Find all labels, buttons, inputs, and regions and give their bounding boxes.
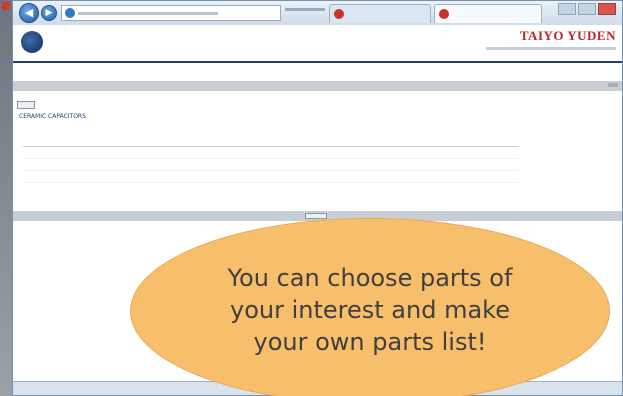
minimize-icon[interactable]: [558, 3, 576, 15]
table-header: [23, 129, 519, 147]
tab-favicon-icon: [439, 9, 449, 19]
table-row[interactable]: [23, 159, 519, 171]
site-header: TAIYO YUDEN: [13, 25, 622, 63]
brand-logo[interactable]: TAIYO YUDEN: [520, 28, 616, 44]
results-table: [23, 129, 519, 183]
forward-arrow-icon[interactable]: ▶: [41, 5, 57, 21]
callout-line: You can choose parts of: [227, 264, 513, 292]
address-bar[interactable]: [61, 5, 281, 21]
back-arrow-icon[interactable]: ◀: [19, 3, 39, 23]
desktop-edge: [0, 0, 12, 396]
callout-line: your interest and make: [230, 296, 510, 324]
site-logo-icon[interactable]: [21, 31, 43, 53]
close-icon[interactable]: [598, 3, 616, 15]
callout-text: You can choose parts of your interest an…: [130, 262, 610, 358]
taskbar-app-icon[interactable]: [2, 2, 10, 10]
small-action-button[interactable]: [17, 101, 35, 109]
results-title: CERAMIC CAPACITORS: [19, 113, 86, 120]
table-footer-button[interactable]: [305, 213, 327, 219]
address-url-text: [78, 12, 218, 15]
browser-logo-icon: [65, 8, 75, 18]
table-row[interactable]: [23, 171, 519, 183]
callout-line: your own parts list!: [253, 328, 487, 356]
tab-favicon-icon: [334, 9, 344, 19]
address-tools[interactable]: [285, 8, 325, 11]
tab-1[interactable]: [329, 4, 431, 23]
menu-bar: [13, 81, 622, 91]
maximize-icon[interactable]: [578, 3, 596, 15]
window-controls: [556, 3, 616, 15]
header-links[interactable]: [486, 47, 616, 50]
tab-2[interactable]: [434, 4, 542, 23]
menu-bar-control[interactable]: [608, 83, 618, 87]
table-row[interactable]: [23, 147, 519, 159]
browser-toolbar: ◀ ▶: [13, 1, 622, 25]
